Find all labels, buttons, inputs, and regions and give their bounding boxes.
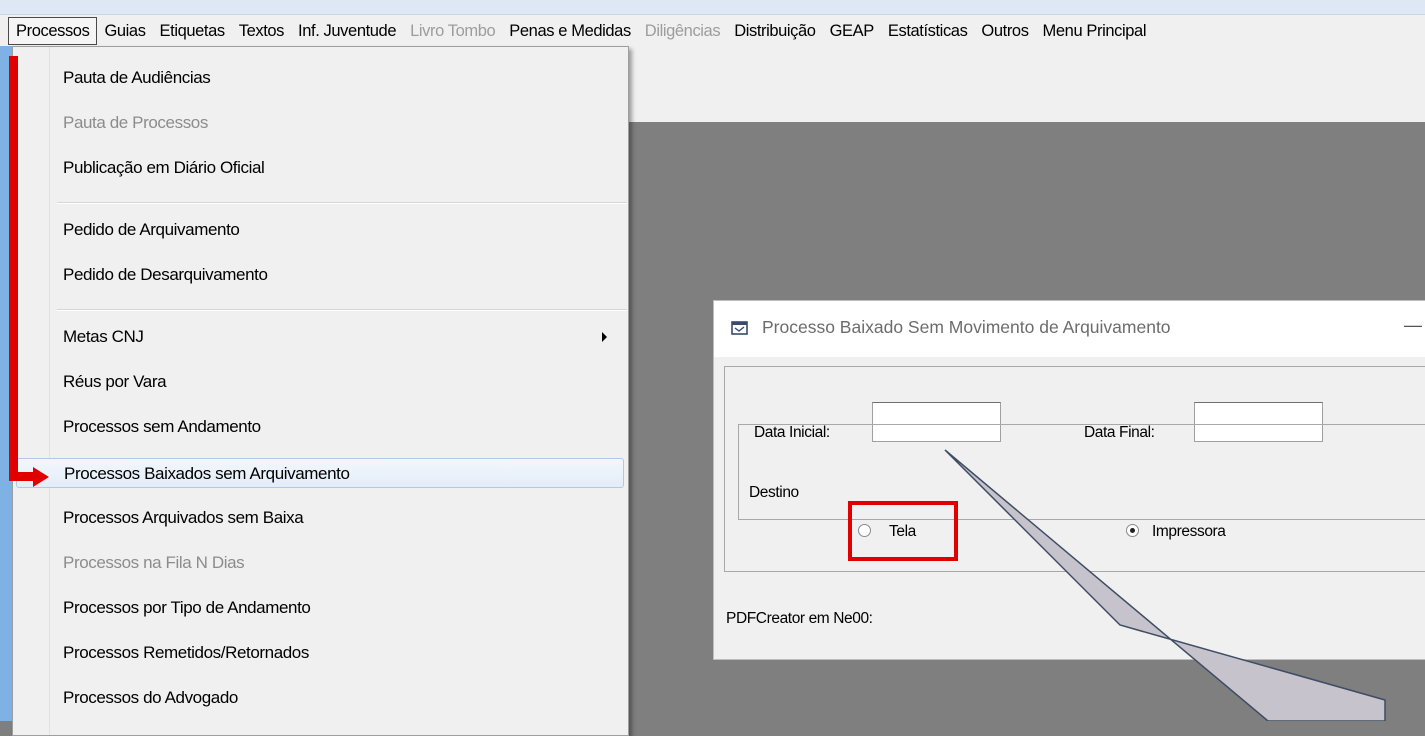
tela-highlight-box — [848, 501, 958, 561]
menu-item-label: Processos Arquivados sem Baixa — [63, 508, 304, 527]
impressora-label[interactable]: Impressora — [1152, 523, 1226, 541]
menu-distribuicao[interactable]: Distribuição — [727, 17, 822, 45]
menu-item-label: Réus por Vara — [63, 372, 167, 391]
menu-livro-tombo: Livro Tombo — [410, 22, 496, 40]
menu-item-label: Processos Remetidos/Retornados — [63, 643, 309, 662]
menu-outros[interactable]: Outros — [974, 17, 1035, 45]
annotation-arrow-head — [33, 467, 49, 487]
menu-item-label: Pedido de Arquivamento — [63, 220, 240, 239]
window-app-icon — [731, 321, 748, 335]
menu-item-label: Pauta de Audiências — [63, 68, 211, 87]
menu-item-label: Processos Baixados sem Arquivamento — [64, 464, 350, 483]
menu-item-label: Pauta de Processos — [63, 113, 208, 132]
menu-item-label: Metas CNJ — [63, 327, 144, 346]
menu-item-pauta-de-audiencias[interactable]: Pauta de Audiências — [63, 63, 211, 93]
dialog-body: Data Inicial: Data Final: — [724, 366, 1425, 572]
menu-separator — [57, 202, 627, 204]
submenu-arrow-icon — [602, 332, 607, 342]
menu-item-processos-remetidos-retornados[interactable]: Processos Remetidos/Retornados — [63, 638, 309, 668]
processos-dropdown-menu: Pauta de Audiências Pauta de Processos Pub… — [12, 46, 629, 736]
menu-item-processos-baixados-sem-arquivamento[interactable]: Processos Baixados sem Arquivamento — [16, 458, 624, 488]
menu-item-processos-por-tipo-de-andamento[interactable]: Processos por Tipo de Andamento — [63, 593, 311, 623]
menu-separator — [57, 309, 627, 311]
menu-item-label: Publicação em Diário Oficial — [63, 158, 265, 177]
menu-geap[interactable]: GEAP — [823, 17, 881, 45]
minimize-button[interactable]: — — [1404, 315, 1422, 336]
menu-bar-items: Processos Guias Etiquetas Textos Inf. Juvent… — [0, 14, 1425, 47]
annotation-arrow-elbow — [9, 472, 36, 481]
menu-item-pedido-de-arquivamento[interactable]: Pedido de Arquivamento — [63, 215, 240, 245]
destino-groupbox — [738, 424, 1425, 520]
menu-processos[interactable]: Processos — [8, 17, 98, 45]
menu-menu-principal[interactable]: Menu Principal — [1036, 17, 1154, 45]
menu-item-label: Processos sem Andamento — [63, 417, 261, 436]
printer-info: PDFCreator em Ne00: — [726, 610, 873, 627]
menu-guias[interactable]: Guias — [97, 17, 152, 45]
menu-item-pauta-de-processos: Pauta de Processos — [63, 108, 208, 138]
menu-item-processos-na-fila-n-dias: Processos na Fila N Dias — [63, 548, 245, 578]
menu-diligencias: Diligências — [644, 22, 721, 40]
menu-item-processos-do-advogado[interactable]: Processos do Advogado — [63, 683, 238, 713]
dialog-title: Processo Baixado Sem Movimento de Arquiv… — [762, 317, 1171, 337]
menu-textos[interactable]: Textos — [232, 17, 291, 45]
menu-item-label: Processos do Advogado — [63, 688, 238, 707]
menu-item-publicacao-em-diario-oficial[interactable]: Publicação em Diário Oficial — [63, 153, 265, 183]
menu-penas-e-medidas[interactable]: Penas e Medidas — [502, 17, 638, 45]
destino-label: Destino — [747, 484, 801, 502]
report-dialog: Processo Baixado Sem Movimento de Arquiv… — [713, 300, 1425, 660]
dialog-title-bar[interactable]: Processo Baixado Sem Movimento de Arquiv… — [714, 301, 1425, 357]
menu-bar: Processos Guias Etiquetas Textos Inf. Juvent… — [0, 0, 1425, 47]
menu-item-pedido-de-desarquivamento[interactable]: Pedido de Desarquivamento — [63, 260, 268, 290]
menu-item-metas-cnj[interactable]: Metas CNJ — [63, 322, 623, 352]
menu-item-reus-por-vara[interactable]: Réus por Vara — [63, 367, 167, 397]
menu-etiquetas[interactable]: Etiquetas — [153, 17, 232, 45]
menu-item-label: Pedido de Desarquivamento — [63, 265, 268, 284]
menu-estatisticas[interactable]: Estatísticas — [881, 17, 975, 45]
impressora-radio[interactable] — [1126, 524, 1139, 537]
annotation-arrow-shaft — [9, 56, 18, 481]
menu-inf-juventude[interactable]: Inf. Juventude — [291, 17, 403, 45]
menu-item-processos-arquivados-sem-baixa[interactable]: Processos Arquivados sem Baixa — [63, 503, 304, 533]
menu-item-label: Processos na Fila N Dias — [63, 553, 245, 572]
menu-item-processos-sem-andamento[interactable]: Processos sem Andamento — [63, 412, 261, 442]
menu-item-label: Processos por Tipo de Andamento — [63, 598, 311, 617]
